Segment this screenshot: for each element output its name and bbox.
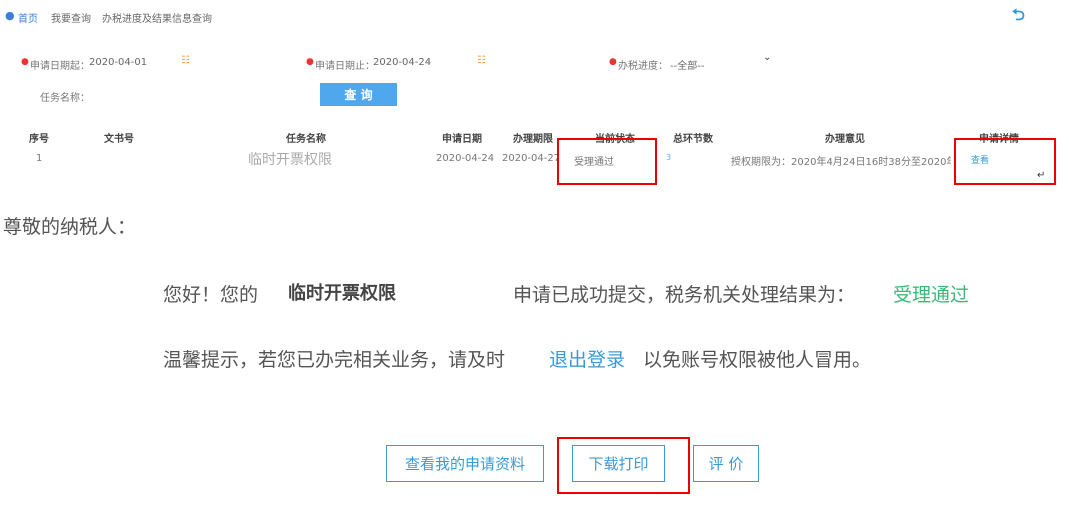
nav-my-query[interactable]: 我要查询: [51, 10, 91, 25]
header-index: 序号: [29, 134, 49, 145]
calendar-icon[interactable]: ☷: [181, 55, 190, 66]
header-task: 任务名称: [286, 134, 326, 145]
calendar-icon[interactable]: ☷: [477, 55, 486, 66]
start-date-label: 申请日期起：: [30, 61, 90, 72]
required-mark: ●: [609, 57, 617, 67]
result-text: 受理通过: [893, 284, 970, 306]
header-deadline: 办理期限: [513, 134, 553, 145]
header-apply-date: 申请日期: [442, 134, 482, 145]
start-date-input[interactable]: 2020-04-01: [89, 57, 147, 68]
required-mark: ●: [21, 57, 29, 67]
row-apply-date: 2020-04-24: [436, 153, 495, 164]
view-application-button[interactable]: 查看我的申请资料: [386, 445, 544, 482]
rate-button[interactable]: 评 价: [693, 445, 759, 482]
location-icon: ●: [5, 9, 15, 22]
progress-label: 办税进度：: [618, 61, 668, 72]
download-highlight: [557, 437, 690, 494]
task-name-label: 任务名称：: [40, 93, 90, 104]
tip-prefix: 温馨提示，若您已办完相关业务，请及时: [163, 349, 506, 371]
tip-suffix: 以免账号权限被他人冒用。: [643, 349, 872, 371]
row-opinion: 授权期限为：2020年4月24日16时38分至2020年4月2...: [731, 157, 951, 168]
header-opinion: 办理意见: [825, 134, 865, 145]
end-date-input[interactable]: 2020-04-24: [373, 57, 431, 68]
query-button[interactable]: 查 询: [320, 83, 397, 106]
progress-select[interactable]: --全部--: [670, 57, 704, 72]
header-steps: 总环节数: [673, 134, 713, 145]
nav-home[interactable]: 首页: [18, 10, 38, 25]
task-name: 临时开票权限: [288, 283, 396, 304]
hello-text: 您好！您的: [163, 284, 259, 306]
row-index: 1: [36, 153, 43, 164]
submitted-text: 申请已成功提交，税务机关处理结果为：: [513, 284, 856, 306]
nav-progress-query[interactable]: 办税进度及结果信息查询: [102, 10, 212, 25]
greeting: 尊敬的纳税人：: [3, 216, 137, 238]
required-mark: ●: [306, 57, 314, 67]
status-highlight: [557, 138, 657, 185]
return-icon: ↵: [1037, 170, 1046, 181]
header-doc-no: 文书号: [104, 134, 134, 145]
back-icon[interactable]: ⮌: [1012, 4, 1025, 31]
row-steps: 3: [666, 153, 672, 162]
row-task: 临时开票权限: [248, 152, 332, 168]
end-date-label: 申请日期止：: [315, 61, 375, 72]
logout-link[interactable]: 退出登录: [549, 345, 625, 372]
row-deadline: 2020-04-27: [502, 153, 561, 164]
chevron-down-icon[interactable]: ⌄: [763, 52, 771, 63]
